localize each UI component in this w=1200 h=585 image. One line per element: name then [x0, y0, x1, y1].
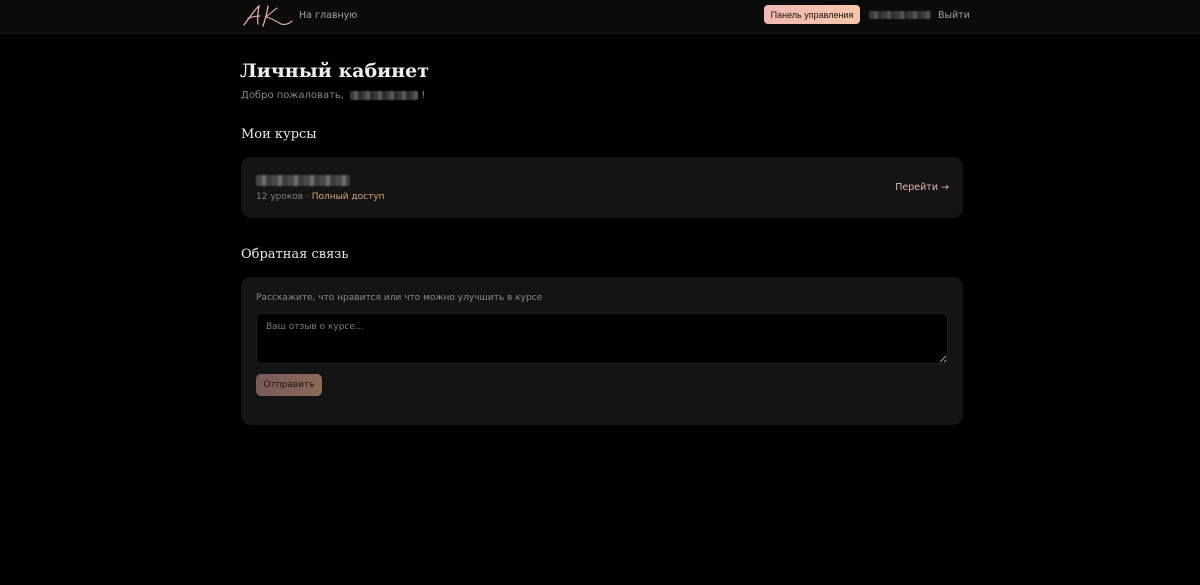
- page-title: Личный кабинет: [240, 60, 430, 82]
- course-lessons-count: 12 уроков ·: [256, 192, 312, 202]
- feedback-hint: Расскажите, что нравится или что можно у…: [256, 293, 543, 303]
- feedback-title: Обратная связь: [241, 247, 349, 262]
- course-card[interactable]: 12 уроков · Полный доступ Перейти →: [241, 157, 963, 218]
- welcome-username-redacted: [350, 90, 419, 100]
- home-link[interactable]: На главную: [299, 10, 357, 21]
- my-courses-title: Мои курсы: [241, 127, 317, 142]
- welcome-suffix: !: [421, 90, 426, 101]
- logout-link[interactable]: Выйти: [938, 10, 970, 21]
- course-meta: 12 уроков · Полный доступ: [256, 192, 385, 202]
- ak-logo-icon[interactable]: [240, 3, 294, 29]
- course-name-redacted: [256, 175, 350, 186]
- course-access-badge: Полный доступ: [311, 192, 385, 202]
- welcome-prefix: Добро пожаловать,: [241, 90, 344, 101]
- feedback-textarea[interactable]: [256, 313, 948, 364]
- submit-feedback-button[interactable]: Отправить: [256, 374, 322, 396]
- username-redacted: [869, 11, 931, 19]
- dashboard-button[interactable]: Панель управления: [764, 5, 860, 24]
- top-navigation-bar: На главную Панель управления Выйти: [0, 0, 1200, 34]
- feedback-card: Расскажите, что нравится или что можно у…: [241, 277, 963, 425]
- course-go-link[interactable]: Перейти →: [895, 182, 949, 193]
- welcome-message: Добро пожаловать, !: [241, 90, 425, 101]
